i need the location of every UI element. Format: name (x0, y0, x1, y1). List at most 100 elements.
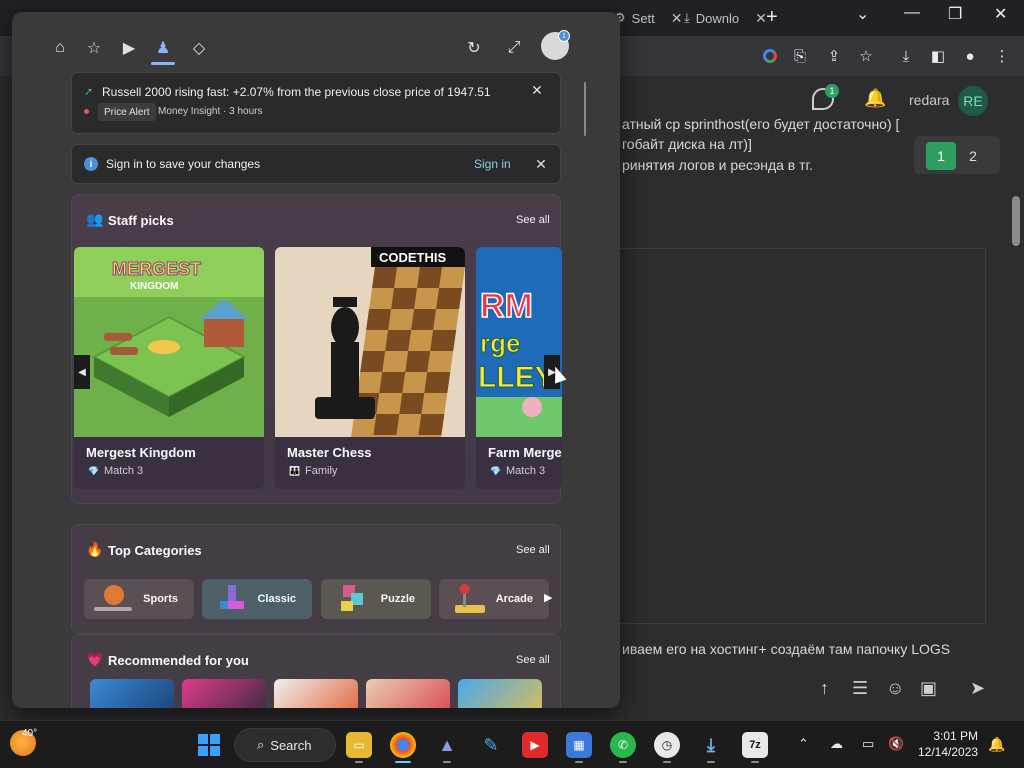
alert-text[interactable]: Russell 2000 rising fast: +2.07% from th… (102, 85, 491, 99)
see-all-link[interactable]: See all (516, 214, 550, 226)
close-window-button[interactable]: ✕ (994, 4, 1007, 24)
expand-icon[interactable]: ⤢ (502, 36, 526, 60)
star-icon[interactable]: ☆ (856, 46, 876, 66)
gem-icon: 💎 (88, 466, 100, 476)
download-icon[interactable]: ⤓ (896, 46, 916, 66)
arrow-up-icon[interactable]: ↑ (820, 678, 829, 699)
category-sports[interactable]: Sports (84, 579, 194, 619)
people-icon: 👥 (86, 211, 104, 227)
new-tab-button[interactable]: + (766, 6, 778, 29)
monitor-icon[interactable]: ▭ (862, 736, 874, 752)
page-2-button[interactable]: 2 (958, 142, 988, 170)
editor-area[interactable] (620, 248, 986, 624)
recommended-game-tile[interactable] (90, 679, 174, 708)
see-all-link[interactable]: See all (516, 544, 550, 556)
sports-icon (94, 585, 132, 611)
minimize-button[interactable]: — (904, 4, 920, 22)
chevron-right-icon[interactable]: ▶ (544, 591, 552, 604)
signin-link[interactable]: Sign in (474, 157, 511, 171)
video-icon[interactable]: ▶ (117, 36, 141, 60)
app-icon[interactable]: ▲ (434, 732, 460, 758)
tab-label: Downlo (695, 10, 740, 26)
svg-text:MERGEST: MERGEST (112, 259, 201, 279)
flame-icon: 🔥 (86, 541, 104, 557)
bell-icon[interactable]: 🔔 (864, 88, 886, 109)
menu-icon[interactable]: ⋮ (992, 46, 1012, 66)
category-label: Classic (257, 593, 296, 605)
taskbar-search[interactable]: ⌕ Search (234, 728, 336, 762)
7zip-icon[interactable]: 7z (742, 732, 768, 758)
scrollbar[interactable] (1012, 196, 1020, 246)
google-icon[interactable] (760, 46, 780, 66)
recommended-game-tile[interactable] (366, 679, 450, 708)
sidepanel-icon[interactable]: ◧ (928, 46, 948, 66)
alert-chip: Price Alert (98, 103, 156, 121)
restore-button[interactable]: ❐ (948, 4, 962, 24)
favorites-icon[interactable]: ☆ (82, 36, 106, 60)
svg-text:rge: rge (480, 328, 520, 358)
page-1-button[interactable]: 1 (926, 142, 956, 170)
avatar[interactable]: RE (958, 86, 988, 116)
close-icon[interactable]: ✕ (528, 81, 546, 99)
category-classic[interactable]: Classic (202, 579, 312, 619)
download-icon[interactable]: ⤓ (698, 732, 724, 758)
text-line: атный ср sprinthost(его будет достаточно… (622, 116, 900, 132)
refresh-icon[interactable]: ↻ (462, 36, 486, 60)
home-icon[interactable]: ⌂ (48, 36, 72, 60)
scrollbar[interactable] (584, 82, 586, 136)
section-title: Staff picks (108, 213, 174, 228)
clock-app-icon[interactable]: ◷ (654, 732, 680, 758)
game-thumbnail: RM rge LLEY (476, 247, 562, 437)
paint-icon[interactable]: ✎ (478, 732, 504, 758)
alert-source: Money Insight · 3 hours (158, 106, 263, 117)
start-button[interactable] (198, 734, 220, 756)
emoji-icon[interactable]: ☺ (886, 678, 904, 699)
blocks-icon (220, 585, 244, 609)
game-category: Match 3 (104, 465, 144, 477)
svg-text:RM: RM (480, 287, 533, 325)
send-icon[interactable]: ➤ (970, 678, 985, 699)
signin-text: Sign in to save your changes (106, 157, 261, 171)
recommended-game-tile[interactable] (182, 679, 266, 708)
list-icon[interactable]: ☰ (852, 678, 868, 699)
onedrive-icon[interactable]: ☁ (830, 736, 843, 752)
recommended-game-tile[interactable] (274, 679, 358, 708)
tag-icon[interactable]: ◇ (187, 36, 211, 60)
share-icon[interactable]: ⇪ (824, 46, 844, 66)
running-indicator (663, 761, 671, 763)
top-categories-section: 🔥 Top Categories See all Sports Classic … (71, 524, 561, 634)
volume-icon[interactable]: 🔇 (888, 736, 904, 752)
file-explorer-icon[interactable]: ▭ (346, 732, 372, 758)
date: 12/14/2023 (918, 745, 979, 759)
username[interactable]: redara (909, 92, 949, 108)
close-icon[interactable]: ✕ (532, 155, 550, 173)
game-card-master-chess[interactable]: CODETHIS Master Chess 👪 Family (275, 247, 465, 489)
chrome-icon[interactable] (390, 732, 416, 758)
clock[interactable]: 3:01 PM 12/14/2023 (918, 728, 978, 760)
category-puzzle[interactable]: Puzzle (321, 579, 431, 619)
whatsapp-icon[interactable]: ✆ (610, 732, 636, 758)
youtube-icon[interactable]: ▶ (522, 732, 548, 758)
puzzle-icon (341, 585, 363, 611)
chevron-up-icon[interactable]: ⌃ (798, 736, 809, 752)
tab-label: Sett (631, 10, 655, 26)
profile-icon[interactable]: ● (960, 46, 980, 66)
time: 3:01 PM (933, 729, 979, 743)
category-label: Arcade (495, 593, 533, 605)
games-icon[interactable]: ♟ (151, 36, 175, 60)
price-alert-card[interactable]: ➚ Russell 2000 rising fast: +2.07% from … (71, 72, 561, 134)
game-thumbnail: MERGEST KINGDOM (74, 247, 264, 437)
translate-icon[interactable]: ⎘ (790, 46, 810, 66)
svg-text:CODETHIS: CODETHIS (379, 250, 447, 265)
image-icon[interactable]: ▣ (920, 678, 937, 699)
tab-downloads[interactable]: ⤓ Downlo ✕ (676, 4, 775, 32)
store-icon[interactable]: ▦ (566, 732, 592, 758)
see-all-link[interactable]: See all (516, 654, 550, 666)
search-label: Search (270, 737, 312, 753)
carousel-prev-button[interactable]: ◀ (74, 355, 90, 389)
notification-bell-icon[interactable]: 🔔 (988, 736, 1005, 753)
recommended-game-tile[interactable] (458, 679, 542, 708)
game-card-mergest-kingdom[interactable]: MERGEST KINGDOM Mergest Kingdom 💎 Match … (74, 247, 264, 489)
category-arcade[interactable]: Arcade (439, 579, 549, 619)
chevron-down-icon[interactable]: ⌄ (856, 4, 869, 24)
